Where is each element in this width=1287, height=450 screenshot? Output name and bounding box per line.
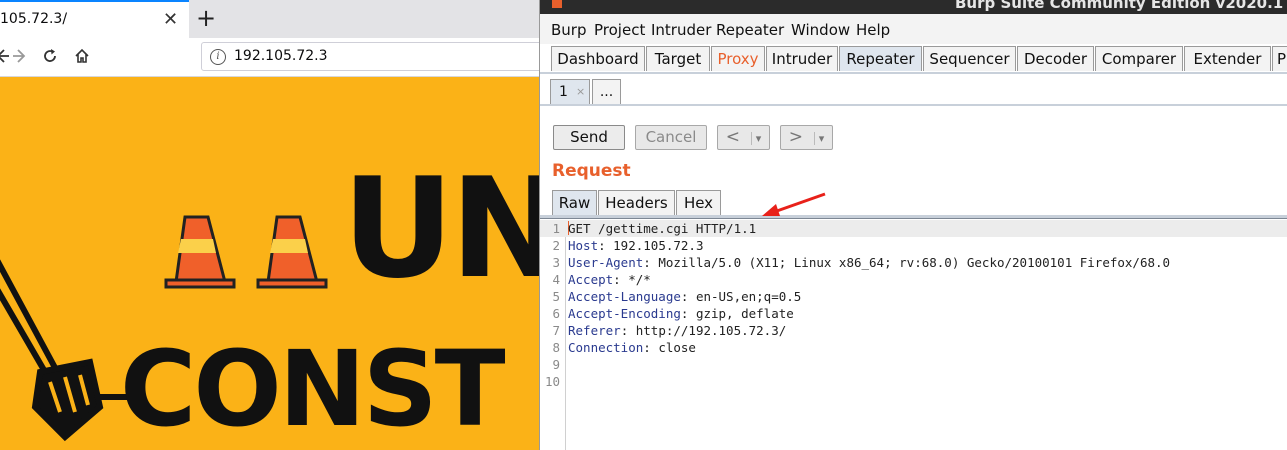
menu-burp[interactable]: Burp xyxy=(551,21,587,39)
history-forward-button[interactable]: > ▾ xyxy=(780,125,833,150)
chevron-left-icon: < xyxy=(725,127,740,147)
firefox-tab-bar: 105.72.3/ ✕ + xyxy=(0,0,539,38)
close-tab-icon[interactable]: ✕ xyxy=(163,9,178,30)
history-back-button[interactable]: < ▾ xyxy=(717,125,770,150)
new-repeater-tab[interactable]: ... xyxy=(592,79,621,104)
url-text: 192.105.72.3 xyxy=(234,48,328,64)
header-value: : */* xyxy=(613,272,651,287)
tab-repeater[interactable]: Repeater xyxy=(839,46,922,71)
header-name: Referer xyxy=(568,323,621,338)
burp-logo-icon xyxy=(552,0,562,8)
burp-suite-window: Burp Suite Community Edition v2020.1 - T… xyxy=(539,0,1287,450)
dropdown-icon: ▾ xyxy=(813,132,825,145)
request-line[interactable]: 4 Accept: */* xyxy=(540,271,1287,288)
browser-tab-title: 105.72.3/ xyxy=(0,11,68,27)
repeater-tab-1[interactable]: 1 × xyxy=(550,79,590,104)
request-heading: Request xyxy=(552,161,631,181)
annotation-arrow-icon xyxy=(762,192,826,216)
tab-comparer[interactable]: Comparer xyxy=(1095,46,1183,71)
header-name: Host xyxy=(568,238,599,253)
site-info-icon[interactable]: i xyxy=(210,49,226,65)
request-line[interactable]: 2 Host: 192.105.72.3 xyxy=(540,237,1287,254)
line-number: 7 xyxy=(552,323,560,338)
line-number: 6 xyxy=(552,306,560,321)
burp-title-bar: Burp Suite Community Edition v2020.1 - T… xyxy=(540,0,1287,14)
request-editor[interactable]: 1 GET /gettime.cgi HTTP/1.1 2 Host: 192.… xyxy=(540,220,1287,450)
request-line[interactable]: 10 xyxy=(540,373,1287,390)
header-name: Accept-Language xyxy=(568,289,681,304)
header-name: Connection xyxy=(568,340,644,355)
close-icon[interactable]: × xyxy=(576,80,585,104)
tab-sequencer[interactable]: Sequencer xyxy=(923,46,1016,71)
traffic-cone-icon xyxy=(256,215,328,289)
line-number: 8 xyxy=(552,340,560,355)
request-line[interactable]: 9 xyxy=(540,356,1287,373)
request-line[interactable]: 7 Referer: http://192.105.72.3/ xyxy=(540,322,1287,339)
firefox-nav-bar: i 192.105.72.3 xyxy=(0,38,539,77)
repeater-subtabs: 1 × ... xyxy=(540,74,1287,104)
menu-help[interactable]: Help xyxy=(856,21,890,39)
tab-decoder[interactable]: Decoder xyxy=(1017,46,1094,71)
under-construction-heading: UN xyxy=(342,148,539,309)
line-number: 3 xyxy=(552,255,560,270)
browser-tab[interactable]: 105.72.3/ ✕ xyxy=(0,0,189,38)
line-number: 9 xyxy=(552,357,560,372)
header-value: : Mozilla/5.0 (X11; Linux x86_64; rv:68.… xyxy=(643,255,1171,270)
menu-repeater[interactable]: Repeater xyxy=(716,21,784,39)
send-button[interactable]: Send xyxy=(553,125,625,150)
header-value: : en-US,en;q=0.5 xyxy=(680,289,802,304)
request-line[interactable]: 6 Accept-Encoding: gzip, deflate xyxy=(540,305,1287,322)
line-number: 10 xyxy=(544,374,560,389)
tab-proxy[interactable]: Proxy xyxy=(711,46,765,71)
repeater-tab-label: 1 xyxy=(559,84,568,100)
header-value: : http://192.105.72.3/ xyxy=(620,323,787,338)
web-page-content: UN CONST xyxy=(0,77,539,450)
header-name: Accept xyxy=(568,272,614,287)
window-title: Burp Suite Community Edition v2020.1 - T… xyxy=(955,0,1287,12)
construction-heading: CONST xyxy=(120,328,506,450)
editor-divider xyxy=(540,215,1287,219)
new-tab-icon[interactable]: + xyxy=(196,4,216,32)
subtabs-divider xyxy=(540,104,1287,106)
firefox-window: 105.72.3/ ✕ + i 192.105.72.3 UN CONST xyxy=(0,0,539,450)
menu-intruder[interactable]: Intruder xyxy=(651,21,711,39)
menu-project[interactable]: Project xyxy=(594,21,645,39)
tab-headers[interactable]: Headers xyxy=(598,190,675,215)
header-value: : 192.105.72.3 xyxy=(598,238,704,253)
forward-arrow-icon[interactable] xyxy=(10,38,30,74)
header-value: : close xyxy=(643,340,696,355)
menu-bar: Burp Project Intruder Repeater Window He… xyxy=(540,14,1287,44)
header-value: : gzip, deflate xyxy=(680,306,794,321)
excavator-arm-icon xyxy=(0,259,130,442)
tab-raw[interactable]: Raw xyxy=(552,190,597,215)
tab-dashboard[interactable]: Dashboard xyxy=(551,46,645,71)
menu-window[interactable]: Window xyxy=(791,21,850,39)
home-icon[interactable] xyxy=(72,38,92,74)
cancel-button[interactable]: Cancel xyxy=(635,125,707,150)
request-line[interactable]: 5 Accept-Language: en-US,en;q=0.5 xyxy=(540,288,1287,305)
dropdown-icon: ▾ xyxy=(750,132,762,145)
tab-hex[interactable]: Hex xyxy=(676,190,721,215)
request-line[interactable]: 3 User-Agent: Mozilla/5.0 (X11; Linux x8… xyxy=(540,254,1287,271)
tab-intruder[interactable]: Intruder xyxy=(766,46,838,71)
line-number: 5 xyxy=(552,289,560,304)
reload-icon[interactable] xyxy=(40,38,60,74)
tab-project-options[interactable]: Pro xyxy=(1272,46,1287,71)
chevron-right-icon: > xyxy=(788,127,803,147)
header-name: Accept-Encoding xyxy=(568,306,681,321)
request-line[interactable]: 1 GET /gettime.cgi HTTP/1.1 xyxy=(540,220,1287,237)
tab-target[interactable]: Target xyxy=(646,46,710,71)
header-name: User-Agent xyxy=(568,255,644,270)
line-number: 1 xyxy=(552,221,560,236)
line-number: 2 xyxy=(552,238,560,253)
tab-extender[interactable]: Extender xyxy=(1184,46,1271,71)
request-line-text: GET /gettime.cgi HTTP/1.1 xyxy=(568,221,757,236)
line-number: 4 xyxy=(552,272,560,287)
main-tabs: Dashboard Target Proxy Intruder Repeater… xyxy=(540,46,1287,72)
request-line[interactable]: 8 Connection: close xyxy=(540,339,1287,356)
url-bar[interactable]: i 192.105.72.3 xyxy=(201,42,539,71)
traffic-cone-icon xyxy=(164,215,236,289)
